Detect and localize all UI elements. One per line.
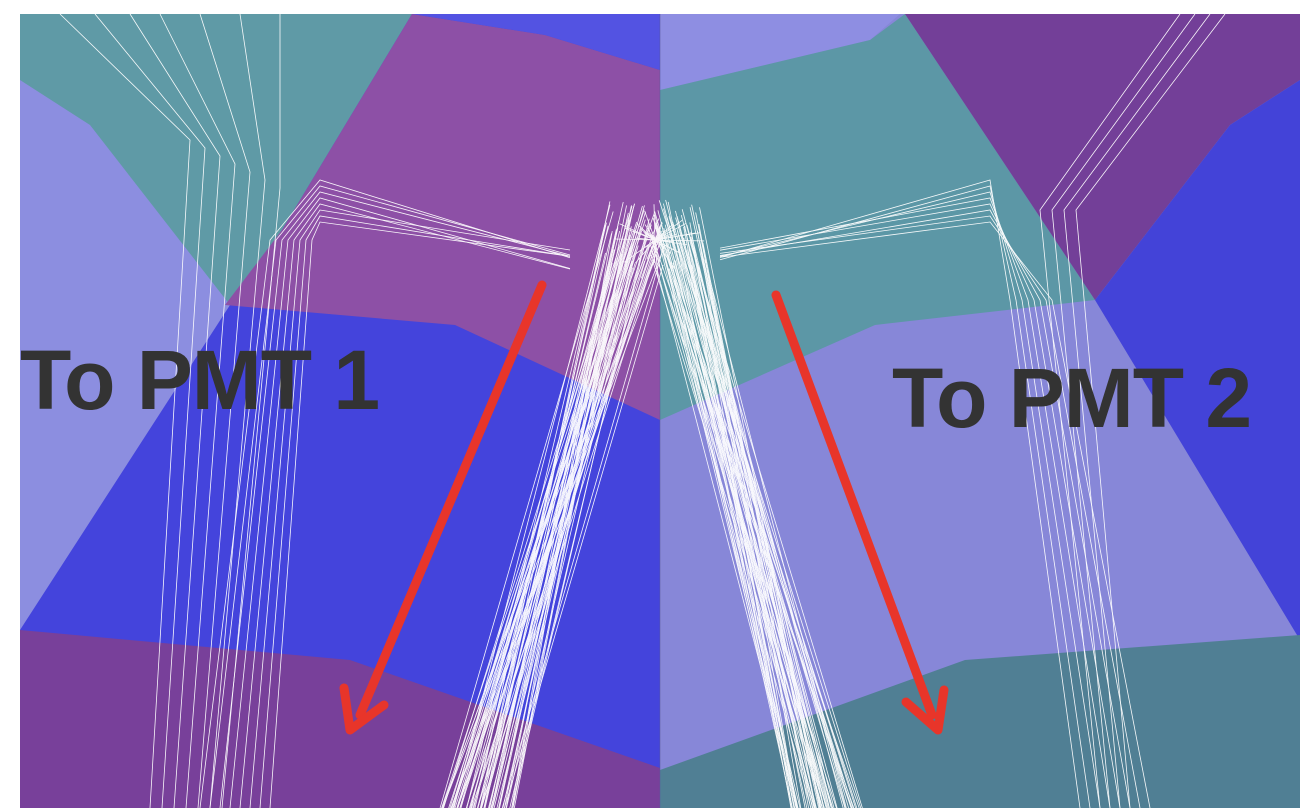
pmt1-label: To PMT 1 xyxy=(20,333,380,427)
pmt2-label: To PMT 2 xyxy=(892,351,1252,445)
